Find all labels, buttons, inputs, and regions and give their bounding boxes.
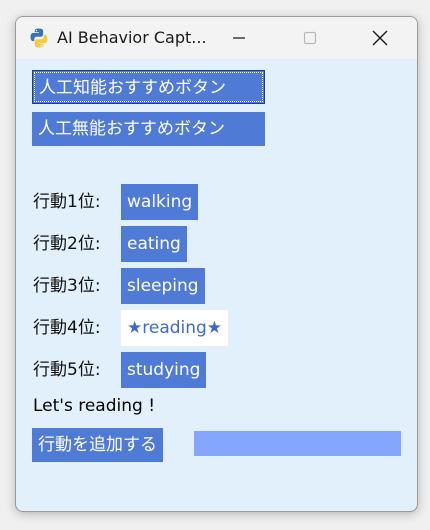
close-icon: [372, 30, 388, 46]
rank-3-label: 行動3位:: [33, 276, 101, 296]
rank-2-behavior[interactable]: eating: [121, 226, 187, 262]
rank-5-behavior[interactable]: studying: [121, 352, 207, 388]
new-behavior-input[interactable]: [194, 431, 401, 456]
rank-2-label: 行動2位:: [33, 234, 101, 254]
minimize-button[interactable]: [216, 17, 262, 59]
maximize-icon: [303, 31, 317, 45]
ai-recommend-button[interactable]: 人工知能おすすめボタン: [32, 70, 265, 104]
minimize-icon: [233, 37, 245, 39]
main-content: 人工知能おすすめボタン 人工無能おすすめボタン 行動1位: walking 行動…: [16, 59, 417, 511]
suggestion-message: Let's reading !: [33, 396, 156, 416]
rank-4-behavior[interactable]: ★reading★: [121, 310, 229, 346]
rank-3-behavior[interactable]: sleeping: [121, 268, 205, 304]
rank-1-label: 行動1位:: [33, 192, 101, 212]
rank-4-label: 行動4位:: [33, 318, 101, 338]
non-ai-recommend-button[interactable]: 人工無能おすすめボタン: [32, 112, 265, 146]
close-button[interactable]: [357, 17, 403, 59]
rank-5-label: 行動5位:: [33, 360, 101, 380]
window-title: AI Behavior Capt...: [57, 28, 207, 47]
add-behavior-button[interactable]: 行動を追加する: [32, 428, 163, 462]
title-bar[interactable]: AI Behavior Capt...: [16, 17, 417, 59]
app-window: AI Behavior Capt... 人工知能おすすめボタン 人工無能おすすめ…: [15, 16, 418, 512]
python-icon: [30, 28, 48, 48]
rank-1-behavior[interactable]: walking: [121, 184, 199, 220]
maximize-button[interactable]: [287, 17, 333, 59]
